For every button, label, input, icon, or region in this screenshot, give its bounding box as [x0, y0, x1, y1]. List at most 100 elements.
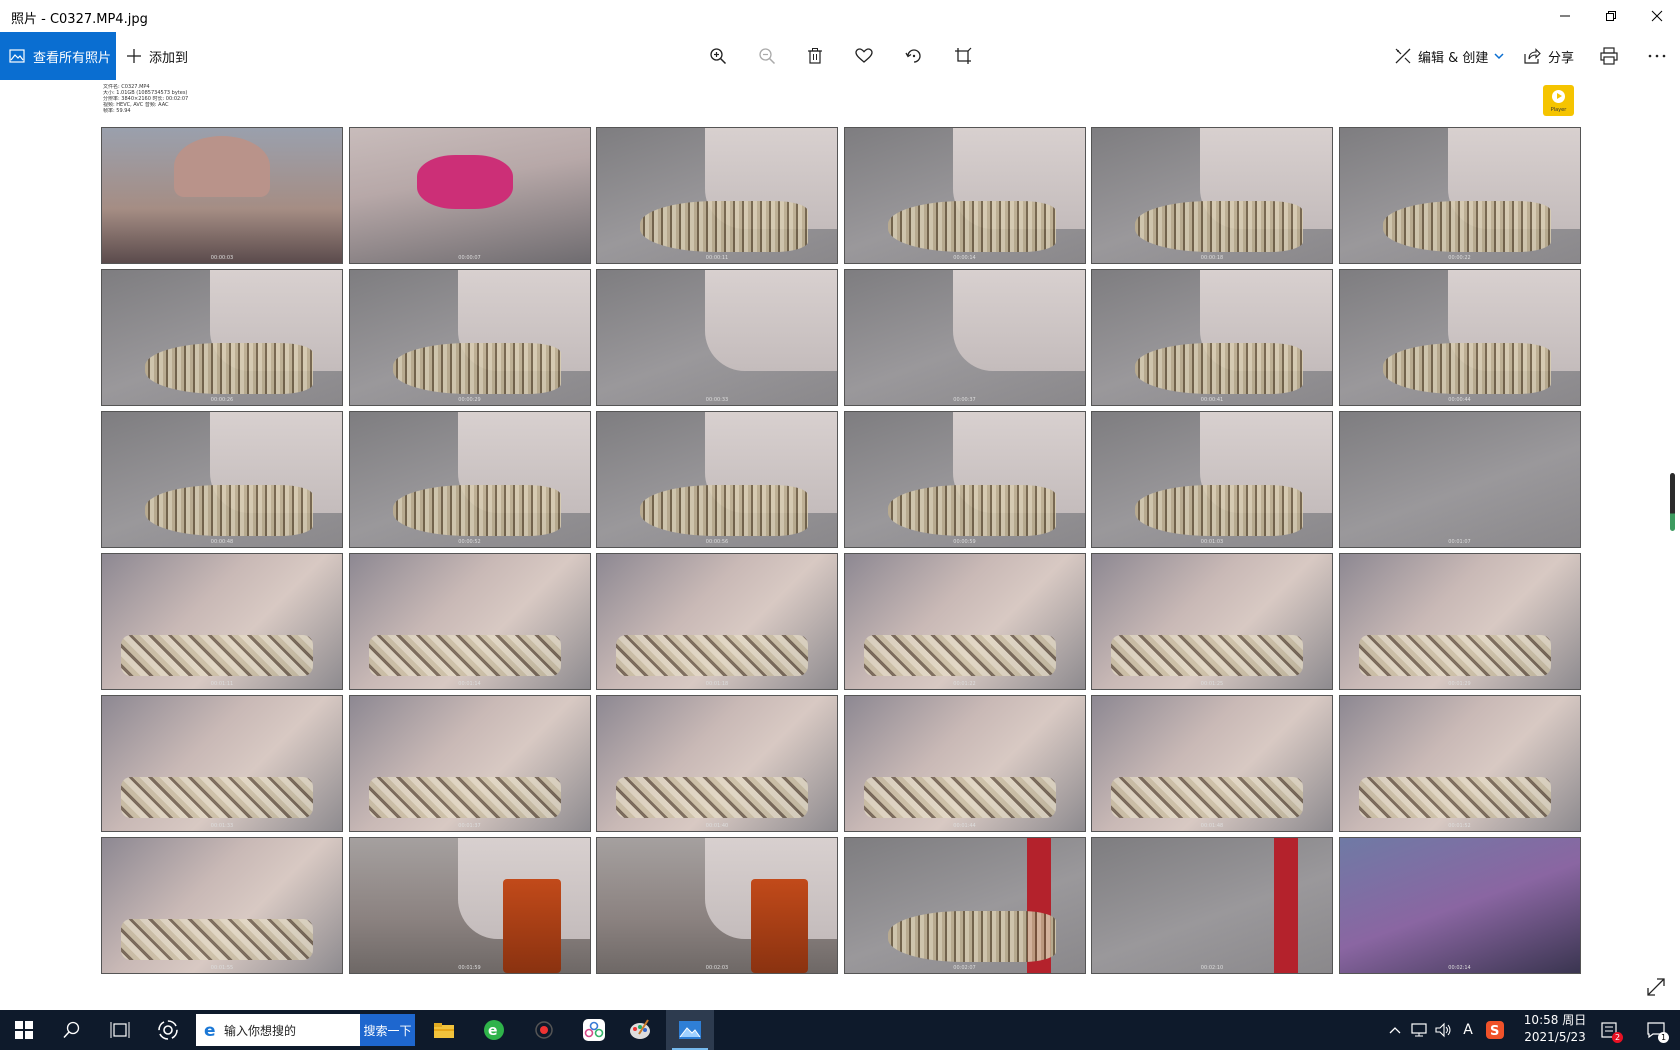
- svg-text:e: e: [204, 1021, 216, 1039]
- tray-badge: 2: [1612, 1032, 1623, 1043]
- frame-timestamp: 00:00:26: [210, 397, 234, 403]
- close-button[interactable]: [1634, 0, 1680, 32]
- media-app-button[interactable]: [520, 1010, 568, 1050]
- crop-button[interactable]: [945, 32, 981, 80]
- video-frame-thumbnail: 00:01:11: [101, 553, 343, 690]
- minimize-icon: [1560, 15, 1570, 17]
- video-frame-thumbnail: 00:02:14: [1338, 837, 1581, 974]
- paint-app-button[interactable]: [616, 1010, 664, 1050]
- video-frame-thumbnail: 00:02:07: [843, 837, 1086, 974]
- share-label: 分享: [1548, 50, 1575, 66]
- player-logo-label: Player: [1550, 107, 1567, 113]
- frame-timestamp: 00:01:48: [1200, 823, 1224, 829]
- player-logo: Player: [1543, 85, 1574, 116]
- volume-icon: [1435, 1022, 1451, 1038]
- clock-date: 2021/5/23: [1524, 1030, 1586, 1044]
- rotate-button[interactable]: [896, 32, 932, 80]
- video-frame-thumbnail: 00:00:14: [843, 127, 1086, 264]
- frame-timestamp: 00:00:29: [458, 397, 481, 403]
- video-frame-thumbnail: 00:01:14: [348, 553, 591, 690]
- tray-overflow-button[interactable]: [1384, 1010, 1406, 1050]
- frame-timestamp: 00:02:07: [953, 965, 976, 971]
- sheet-info-text: 文件名: C0327.MP4 大小: 1.01GB (1085734573 by…: [103, 84, 363, 114]
- add-to-label: 添加到: [149, 50, 189, 66]
- network-app-button[interactable]: [570, 1010, 618, 1050]
- video-frame-thumbnail: 00:01:33: [101, 695, 343, 832]
- chevron-down-icon: [1494, 53, 1504, 60]
- frame-timestamp: 00:01:22: [953, 681, 976, 687]
- sogou-tray-button[interactable]: S: [1481, 1010, 1509, 1050]
- taskbar-search-box[interactable]: e 输入你想搜的: [196, 1014, 360, 1046]
- browser-icon: e: [484, 1020, 504, 1040]
- ime-indicator[interactable]: A: [1456, 1010, 1480, 1050]
- svg-text:S: S: [1490, 1024, 1499, 1039]
- fullscreen-button[interactable]: [1644, 975, 1668, 999]
- frame-timestamp: 00:00:33: [705, 397, 729, 403]
- video-frame-thumbnail: 00:00:48: [101, 411, 343, 548]
- video-frame-thumbnail: 00:01:59: [348, 837, 591, 974]
- view-all-photos-button[interactable]: 查看所有照片: [0, 32, 116, 80]
- video-frame-thumbnail: 00:00:44: [1338, 269, 1581, 406]
- frame-timestamp: 00:01:33: [210, 823, 234, 829]
- trash-icon: [808, 48, 822, 64]
- photos-app-button[interactable]: [666, 1010, 714, 1050]
- zoom-in-button[interactable]: [700, 32, 736, 80]
- restore-button[interactable]: [1588, 0, 1634, 32]
- restore-icon: [1606, 11, 1616, 21]
- frame-timestamp: 00:02:14: [1448, 965, 1471, 971]
- frame-timestamp: 00:01:11: [210, 681, 234, 687]
- ie-icon: e: [204, 1021, 216, 1039]
- video-frame-thumbnail: 00:01:07: [1338, 411, 1581, 548]
- frame-timestamp: 00:00:07: [458, 255, 481, 261]
- frame-timestamp: 00:00:37: [953, 397, 976, 403]
- browser-button[interactable]: e: [470, 1010, 518, 1050]
- zoom-out-button[interactable]: [749, 32, 785, 80]
- minimize-button[interactable]: [1542, 0, 1588, 32]
- frame-timestamp: 00:00:14: [953, 255, 976, 261]
- video-frame-thumbnail: 00:00:37: [843, 269, 1086, 406]
- swirl-app-button[interactable]: [144, 1010, 192, 1050]
- edit-create-button[interactable]: 编辑 & 创建: [1394, 32, 1504, 80]
- favorite-button[interactable]: [846, 32, 882, 80]
- frame-timestamp: 00:01:29: [1448, 681, 1471, 687]
- network-app-icon: [583, 1019, 605, 1041]
- title-bar: 照片 - C0327.MP4.jpg: [0, 0, 1680, 32]
- sheet-info-line: 帧率: 59.94: [103, 108, 131, 114]
- video-frame-thumbnail: 00:00:33: [596, 269, 838, 406]
- search-submit-button[interactable]: 搜索一下: [360, 1014, 415, 1046]
- crop-icon: [955, 47, 972, 64]
- photo-viewer[interactable]: 文件名: C0327.MP4 大小: 1.01GB (1085734573 by…: [0, 80, 1680, 1010]
- print-button[interactable]: [1591, 32, 1627, 80]
- add-to-button[interactable]: 添加到: [126, 32, 188, 80]
- video-frame-thumbnail: 00:00:11: [596, 127, 838, 264]
- video-frame-thumbnail: 00:00:07: [348, 127, 591, 264]
- video-frame-thumbnail: 00:00:26: [101, 269, 343, 406]
- network-tray-button[interactable]: [1408, 1010, 1432, 1050]
- notes-tray-button[interactable]: 2: [1596, 1010, 1624, 1050]
- frame-timestamp: 00:00:11: [705, 255, 729, 261]
- play-icon: [1552, 90, 1565, 103]
- search-button[interactable]: [48, 1010, 96, 1050]
- frame-timestamp: 00:00:03: [210, 255, 234, 261]
- video-frame-thumbnail: 00:00:03: [101, 127, 343, 264]
- action-center-button[interactable]: 1: [1636, 1010, 1676, 1050]
- video-frame-thumbnail: 00:01:52: [1338, 695, 1581, 832]
- scroll-indicator[interactable]: [1670, 473, 1675, 531]
- edit-icon: [1395, 48, 1411, 64]
- file-explorer-button[interactable]: [420, 1010, 468, 1050]
- frame-timestamp: 00:00:41: [1200, 397, 1224, 403]
- video-frame-thumbnail: 00:00:22: [1338, 127, 1581, 264]
- window-title: 照片 - C0327.MP4.jpg: [11, 12, 148, 27]
- frame-timestamp: 00:01:07: [1448, 539, 1471, 545]
- volume-tray-button[interactable]: [1432, 1010, 1456, 1050]
- task-view-button[interactable]: [96, 1010, 144, 1050]
- video-frame-thumbnail: 00:00:41: [1091, 269, 1333, 406]
- more-button[interactable]: [1639, 32, 1675, 80]
- zoom-in-icon: [710, 48, 727, 65]
- share-button[interactable]: 分享: [1523, 32, 1574, 80]
- start-button[interactable]: [0, 1010, 48, 1050]
- delete-button[interactable]: [797, 32, 833, 80]
- tray-clock[interactable]: 10:58 周日 2021/5/23: [1516, 1012, 1594, 1048]
- frame-timestamp: 00:01:14: [458, 681, 481, 687]
- expand-icon: [1647, 978, 1665, 996]
